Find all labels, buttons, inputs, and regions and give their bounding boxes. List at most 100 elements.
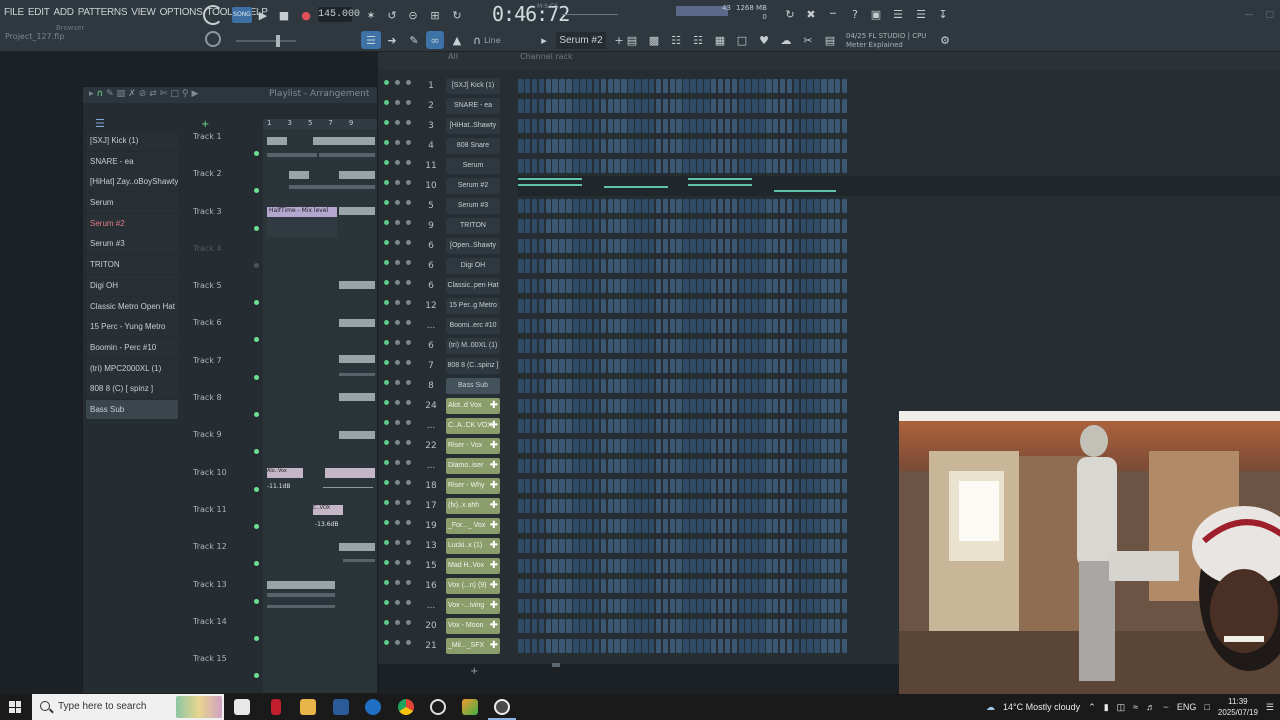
step-button[interactable] xyxy=(524,519,531,533)
step-button[interactable] xyxy=(841,499,848,513)
step-button[interactable] xyxy=(759,439,765,453)
step-button[interactable] xyxy=(662,299,669,313)
step-button[interactable] xyxy=(710,199,717,213)
pan-knob[interactable] xyxy=(395,160,400,165)
step-button[interactable] xyxy=(524,79,531,93)
step-button[interactable] xyxy=(690,539,696,553)
step-button[interactable] xyxy=(704,79,710,93)
step-button[interactable] xyxy=(724,459,731,473)
step-button[interactable] xyxy=(531,419,538,433)
volume-knob[interactable] xyxy=(406,120,411,125)
step-button[interactable] xyxy=(724,339,731,353)
step-button[interactable] xyxy=(531,619,538,633)
snap-selector[interactable]: Line xyxy=(484,36,501,45)
step-button[interactable] xyxy=(766,519,772,533)
step-button[interactable] xyxy=(566,419,572,433)
step-button[interactable] xyxy=(731,359,738,373)
step-button[interactable] xyxy=(600,279,607,293)
step-button[interactable] xyxy=(759,499,765,513)
mute-led[interactable] xyxy=(384,220,389,225)
step-button[interactable] xyxy=(662,139,669,153)
channel-name-button[interactable]: SNARE - ea xyxy=(446,98,500,114)
step-button[interactable] xyxy=(731,259,738,273)
step-button[interactable] xyxy=(614,519,620,533)
step-button[interactable] xyxy=(545,639,552,653)
step-button[interactable] xyxy=(614,459,620,473)
step-button[interactable] xyxy=(800,239,807,253)
step-button[interactable] xyxy=(717,499,724,513)
mute-led[interactable] xyxy=(384,320,389,325)
step-button[interactable] xyxy=(545,219,552,233)
step-button[interactable] xyxy=(524,619,531,633)
step-button[interactable] xyxy=(690,199,696,213)
step-button[interactable] xyxy=(669,79,676,93)
step-button[interactable] xyxy=(552,519,558,533)
step-button[interactable] xyxy=(752,499,758,513)
step-button[interactable] xyxy=(786,319,793,333)
step-button[interactable] xyxy=(807,539,813,553)
step-button[interactable] xyxy=(648,119,655,133)
step-button[interactable] xyxy=(772,599,779,613)
step-button[interactable] xyxy=(745,399,751,413)
step-button[interactable] xyxy=(635,119,641,133)
step-button[interactable] xyxy=(779,559,786,573)
step-button[interactable] xyxy=(807,319,813,333)
step-button[interactable] xyxy=(841,239,848,253)
step-button[interactable] xyxy=(600,319,607,333)
step-button[interactable] xyxy=(593,99,600,113)
step-button[interactable] xyxy=(683,479,689,493)
track-active-led[interactable] xyxy=(254,188,259,194)
step-button[interactable] xyxy=(580,479,586,493)
step-button[interactable] xyxy=(524,159,531,173)
step-button[interactable] xyxy=(704,559,710,573)
step-button[interactable] xyxy=(518,159,524,173)
step-button[interactable] xyxy=(676,299,682,313)
step-button[interactable] xyxy=(614,579,620,593)
step-button[interactable] xyxy=(779,139,786,153)
step-button[interactable] xyxy=(752,439,758,453)
step-button[interactable] xyxy=(772,639,779,653)
step-button[interactable] xyxy=(704,539,710,553)
step-button[interactable] xyxy=(786,199,793,213)
mixer-track-number[interactable]: 18 xyxy=(420,479,442,493)
step-button[interactable] xyxy=(724,399,731,413)
step-button[interactable] xyxy=(655,599,662,613)
step-button[interactable] xyxy=(807,619,813,633)
step-button[interactable] xyxy=(648,579,655,593)
step-button[interactable] xyxy=(683,579,689,593)
mixer-track-number[interactable]: ... xyxy=(420,319,442,333)
step-button[interactable] xyxy=(580,199,586,213)
step-button[interactable] xyxy=(586,119,593,133)
channel-row[interactable]: 12 15 Per..g Metro xyxy=(378,296,1280,316)
step-button[interactable] xyxy=(662,159,669,173)
mixer-track-number[interactable]: 16 xyxy=(420,579,442,593)
pattern-clip[interactable] xyxy=(339,373,375,376)
step-button[interactable] xyxy=(738,479,744,493)
step-button[interactable] xyxy=(593,619,600,633)
step-button[interactable] xyxy=(621,639,627,653)
step-button[interactable] xyxy=(772,539,779,553)
step-button[interactable] xyxy=(745,379,751,393)
step-button[interactable] xyxy=(642,639,648,653)
mute-led[interactable] xyxy=(384,260,389,265)
step-button[interactable] xyxy=(793,159,800,173)
step-button[interactable] xyxy=(600,499,607,513)
step-button[interactable] xyxy=(524,279,531,293)
step-button[interactable] xyxy=(793,559,800,573)
clock[interactable]: 11:39 2025/07/19 xyxy=(1218,696,1258,718)
volume-knob[interactable] xyxy=(406,180,411,185)
step-button[interactable] xyxy=(697,599,703,613)
step-button[interactable] xyxy=(745,599,751,613)
step-button[interactable] xyxy=(828,419,834,433)
audio-clip[interactable]: Alo..Vox xyxy=(267,468,303,478)
mixer-track-number[interactable]: 6 xyxy=(420,279,442,293)
step-button[interactable] xyxy=(655,519,662,533)
channel-rack-icon[interactable]: ☷ xyxy=(667,31,685,49)
step-button[interactable] xyxy=(635,419,641,433)
step-button[interactable] xyxy=(566,239,572,253)
step-button[interactable] xyxy=(752,259,758,273)
step-button[interactable] xyxy=(772,379,779,393)
step-button[interactable] xyxy=(683,219,689,233)
step-button[interactable] xyxy=(614,499,620,513)
step-button[interactable] xyxy=(669,119,676,133)
